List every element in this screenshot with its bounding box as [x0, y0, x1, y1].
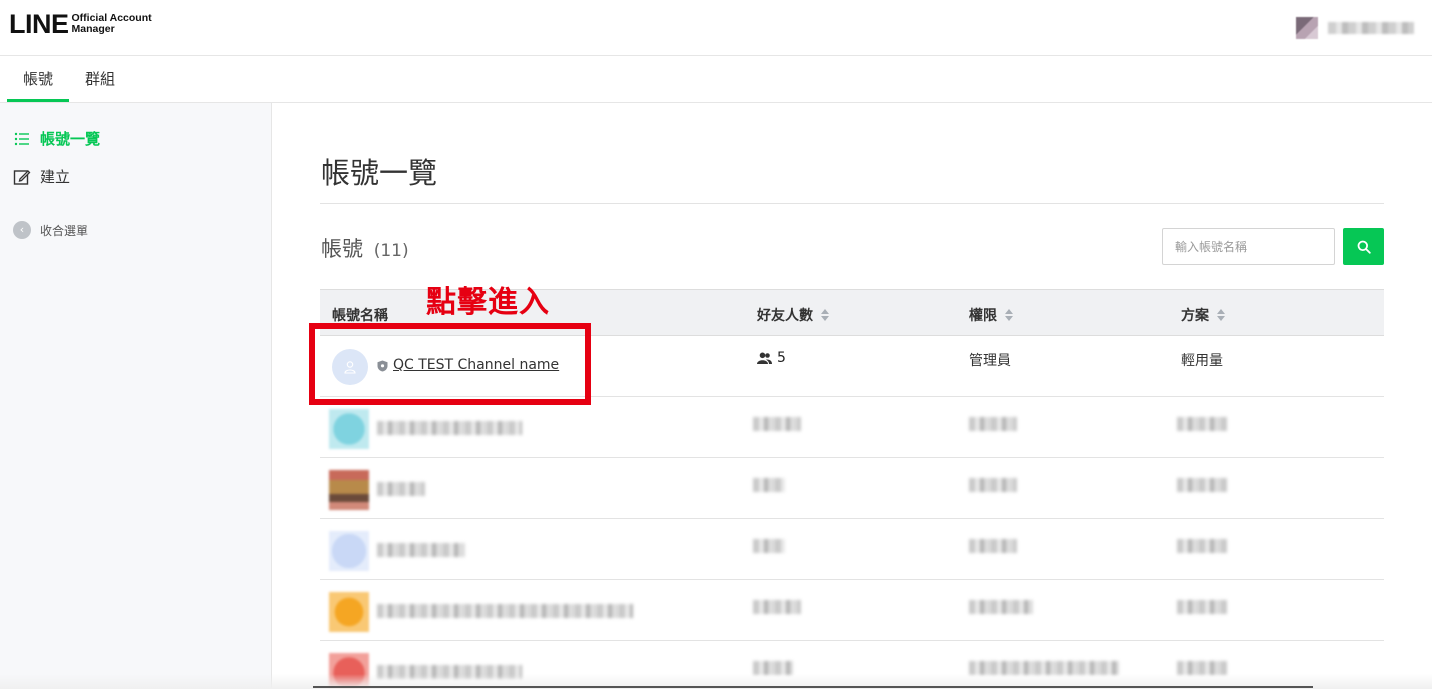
avatar [329, 592, 369, 632]
avatar [329, 409, 369, 449]
redacted-plan [1177, 661, 1227, 675]
column-header-account-name: 帳號名稱 [332, 305, 388, 325]
search-icon [1357, 240, 1371, 254]
redacted-name [377, 482, 425, 496]
redacted-plan [1177, 600, 1227, 614]
page-title: 帳號一覽 [321, 156, 438, 190]
search-button[interactable] [1343, 228, 1384, 265]
table-row-redacted[interactable] [320, 519, 1384, 580]
sort-icon [1005, 309, 1013, 321]
redacted-plan [1177, 417, 1227, 431]
plan-value: 輕用量 [1181, 353, 1223, 369]
friends-count-value: 5 [777, 350, 786, 366]
redacted-name [377, 421, 522, 435]
top-tabs: 帳號 群組 [0, 57, 1432, 103]
redacted-name [377, 604, 633, 618]
avatar [329, 470, 369, 510]
redacted-role [969, 417, 1017, 431]
column-header-friends[interactable]: 好友人數 [757, 305, 829, 325]
redacted-friends [753, 661, 793, 675]
avatar [329, 531, 369, 571]
redacted-plan [1177, 478, 1227, 492]
column-header-plan[interactable]: 方案 [1181, 305, 1225, 325]
divider [320, 203, 1384, 204]
users-icon [757, 352, 772, 364]
line-oa-manager-logo[interactable]: LINE Official Account Manager [9, 10, 152, 38]
redacted-friends [753, 600, 801, 614]
table-row-redacted[interactable] [320, 458, 1384, 519]
user-name-redacted [1328, 22, 1414, 34]
sort-icon [1217, 309, 1225, 321]
redacted-role [969, 600, 1033, 614]
column-header-role[interactable]: 權限 [969, 305, 1013, 325]
chevron-left-icon: ‹ [13, 221, 31, 239]
tab-accounts[interactable]: 帳號 [7, 57, 69, 102]
user-avatar [1296, 17, 1318, 39]
section-title-text: 帳號 [321, 237, 363, 261]
collapse-menu-label: 收合選單 [40, 223, 89, 238]
sidebar-item-label: 建立 [40, 168, 71, 186]
annotation-click-to-enter: 點擊進入 [426, 285, 550, 320]
role-value: 管理員 [969, 353, 1011, 369]
column-label: 好友人數 [757, 308, 813, 324]
sidebar-item-label: 帳號一覽 [40, 130, 101, 148]
column-label: 權限 [969, 308, 997, 324]
list-icon [14, 132, 29, 145]
scroll-edge-line [313, 686, 1313, 688]
user-menu[interactable] [1296, 17, 1414, 39]
top-header: LINE Official Account Manager [0, 0, 1432, 56]
redacted-name [377, 543, 465, 557]
redacted-plan [1177, 539, 1227, 553]
section-title: 帳號 (11) [321, 233, 409, 263]
account-count: (11) [373, 241, 409, 261]
logo-line-text: LINE [9, 9, 69, 39]
table-row-redacted[interactable] [320, 397, 1384, 458]
logo-subtitle-line2: Manager [71, 23, 115, 35]
search-input[interactable] [1162, 228, 1335, 265]
sidebar-item-account-list[interactable]: 帳號一覽 [13, 128, 100, 149]
redacted-role [969, 539, 1017, 553]
redacted-friends [753, 417, 801, 431]
friends-count: 5 [757, 350, 786, 366]
tab-groups[interactable]: 群組 [76, 57, 124, 102]
sidebar-item-create[interactable]: 建立 [13, 166, 70, 187]
sort-icon [821, 309, 829, 321]
redacted-friends [753, 539, 785, 553]
table-row-redacted[interactable] [320, 580, 1384, 641]
annotation-highlight-box [309, 323, 591, 405]
column-label: 帳號名稱 [332, 308, 388, 324]
redacted-friends [753, 478, 785, 492]
edit-icon [13, 169, 31, 185]
column-label: 方案 [1181, 308, 1209, 324]
sidebar: 帳號一覽 建立 ‹ 收合選單 [0, 103, 272, 689]
logo-subtitle: Official Account Manager [72, 13, 152, 35]
collapse-menu-button[interactable]: ‹ 收合選單 [13, 221, 88, 239]
redacted-role [969, 478, 1017, 492]
redacted-role [969, 661, 1119, 675]
